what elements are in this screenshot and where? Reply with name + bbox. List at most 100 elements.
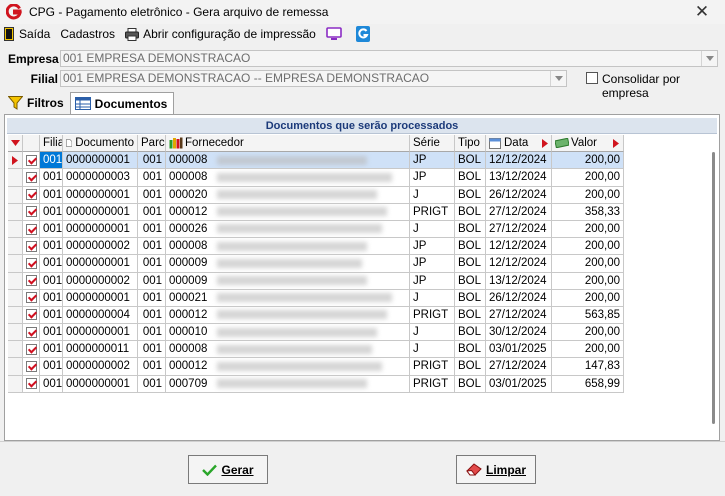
- cell-fornecedor: 000020: [166, 186, 410, 204]
- cell-filial: 001: [40, 341, 63, 359]
- cell-tipo: BOL: [455, 341, 486, 359]
- row-indicator: [8, 255, 23, 273]
- table-row[interactable]: 001 0000000011 001 000008 J BOL 03/01/2025 200,…: [8, 341, 630, 359]
- cell-valor: 658,99: [552, 375, 624, 393]
- col-valor-label: Valor: [571, 137, 597, 150]
- filial-select[interactable]: 001 EMPRESA DEMONSTRACAO -- EMPRESA DEMO…: [60, 70, 567, 87]
- cell-documento: 0000000002: [63, 358, 138, 376]
- monitor-button[interactable]: [326, 27, 346, 41]
- row-checkbox[interactable]: [25, 240, 37, 252]
- generate-button[interactable]: Gerar: [188, 455, 268, 484]
- cell-parcela: 001: [138, 169, 166, 187]
- table-row[interactable]: 001 0000000002 001 000012 PRIGT BOL 27/12/2024…: [8, 358, 630, 376]
- table-row[interactable]: 001 0000000002 001 000008 JP BOL 12/12/2024 200…: [8, 238, 630, 256]
- col-fornecedor-header[interactable]: Fornecedor: [166, 135, 410, 153]
- table-row[interactable]: 001 0000000002 001 000009 JP BOL 13/12/2024 200…: [8, 272, 630, 290]
- printer-icon: [125, 27, 140, 41]
- cell-fornecedor: 000010: [166, 324, 410, 342]
- cell-fornecedor: 000026: [166, 220, 410, 239]
- row-checkbox[interactable]: [25, 257, 37, 269]
- row-checkbox[interactable]: [25, 171, 37, 183]
- cell-data: 27/12/2024: [486, 220, 552, 239]
- row-checkbox[interactable]: [25, 361, 37, 373]
- empresa-label: Empresa: [8, 52, 59, 66]
- table-row[interactable]: 001 0000000003 001 000008 JP BOL 13/12/2024 200…: [8, 169, 630, 187]
- menu-print-config[interactable]: Abrir configuração de impressão: [125, 27, 316, 41]
- menu-registers-label: Cadastros: [60, 27, 116, 41]
- menu-registers[interactable]: Cadastros: [60, 27, 115, 41]
- row-checkbox[interactable]: [25, 292, 37, 304]
- redacted-supplier-name: [217, 344, 373, 354]
- redacted-supplier-name: [217, 241, 368, 251]
- row-checkbox[interactable]: [25, 378, 37, 390]
- empresa-dropdown-arrow[interactable]: [701, 51, 717, 66]
- row-indicator: [8, 289, 23, 307]
- cell-tipo: BOL: [455, 169, 486, 187]
- row-checkbox[interactable]: [25, 154, 37, 166]
- row-checkbox[interactable]: [25, 343, 37, 355]
- clear-button-label: Limpar: [485, 462, 526, 477]
- tab-documents[interactable]: Documentos: [69, 92, 175, 114]
- cell-fornecedor: 000008: [166, 341, 410, 359]
- menu-exit[interactable]: Saída: [4, 27, 50, 41]
- cell-parcela: 001: [138, 358, 166, 376]
- table-row[interactable]: 001 0000000004 001 000012 PRIGT BOL 27/12/2024…: [8, 306, 630, 325]
- brand-app-button[interactable]: [355, 26, 374, 42]
- col-filial-header[interactable]: Filial: [40, 135, 63, 153]
- redacted-supplier-name: [217, 361, 383, 371]
- col-parcela-header[interactable]: Parc.: [138, 135, 166, 153]
- tab-filters[interactable]: Filtros: [4, 93, 70, 113]
- table-row[interactable]: 001 0000000001 001 000008 JP BOL 12/12/2024 200…: [8, 152, 630, 170]
- redacted-supplier-name: [217, 155, 368, 165]
- fornecedor-code: 000026: [169, 222, 208, 235]
- cell-parcela: 001: [138, 220, 166, 239]
- table-row[interactable]: 001 0000000001 001 000012 PRIGT BOL 27/12/2024…: [8, 203, 630, 221]
- cell-fornecedor: 000021: [166, 289, 410, 307]
- row-check-cell: [23, 272, 40, 290]
- row-checkbox[interactable]: [25, 206, 37, 218]
- col-documento-header[interactable]: Documento: [63, 135, 138, 153]
- header-indicator[interactable]: [8, 135, 23, 153]
- cell-data: 27/12/2024: [486, 306, 552, 325]
- col-valor-header[interactable]: Valor: [552, 135, 624, 153]
- table-row[interactable]: 001 0000000001 001 000021 J BOL 26/12/2024 200,…: [8, 289, 630, 307]
- fornecedor-code: 000010: [169, 326, 208, 339]
- redacted-supplier-name: [217, 258, 363, 268]
- table-row[interactable]: 001 0000000001 001 000709 PRIGT BOL 03/01/2025…: [8, 375, 630, 393]
- row-check-cell: [23, 152, 40, 170]
- sort-right-icon: [613, 139, 619, 148]
- cell-valor: 200,00: [552, 238, 624, 256]
- clear-button[interactable]: Limpar: [456, 455, 536, 484]
- monitor-icon: [326, 27, 342, 40]
- cell-serie: JP: [410, 272, 455, 290]
- cell-valor: 200,00: [552, 289, 624, 307]
- row-checkbox[interactable]: [25, 309, 37, 321]
- table-row[interactable]: 001 0000000001 001 000020 J BOL 26/12/2024 200,…: [8, 186, 630, 204]
- empresa-select[interactable]: 001 EMPRESA DEMONSTRACAO: [60, 50, 718, 67]
- header-check[interactable]: [23, 135, 40, 153]
- cell-fornecedor: 000009: [166, 255, 410, 273]
- row-checkbox[interactable]: [25, 326, 37, 338]
- redacted-supplier-name: [217, 293, 393, 303]
- cell-documento: 0000000001: [63, 289, 138, 307]
- close-button[interactable]: ✕: [687, 2, 717, 22]
- scrollbar-thumb[interactable]: [712, 152, 715, 424]
- row-indicator: [8, 306, 23, 325]
- grid-vertical-scrollbar[interactable]: [709, 137, 717, 437]
- row-checkbox[interactable]: [25, 275, 37, 287]
- col-data-header[interactable]: Data: [486, 135, 552, 153]
- table-row[interactable]: 001 0000000001 001 000009 JP BOL 12/12/2024 200…: [8, 255, 630, 273]
- row-checkbox[interactable]: [25, 223, 37, 235]
- row-check-cell: [23, 375, 40, 393]
- table-row[interactable]: 001 0000000001 001 000026 J BOL 27/12/2024 200,…: [8, 220, 630, 239]
- filial-dropdown-arrow[interactable]: [550, 71, 566, 86]
- cell-parcela: 001: [138, 238, 166, 256]
- row-checkbox[interactable]: [25, 189, 37, 201]
- col-tipo-header[interactable]: Tipo: [455, 135, 486, 153]
- cell-serie: J: [410, 341, 455, 359]
- table-row[interactable]: 001 0000000001 001 000010 J BOL 30/12/2024 200,…: [8, 324, 630, 342]
- cell-filial: 001: [40, 375, 63, 393]
- consolidate-checkbox[interactable]: [586, 72, 598, 84]
- window-title: CPG - Pagamento eletrônico - Gera arquiv…: [29, 5, 329, 19]
- col-serie-header[interactable]: Série: [410, 135, 455, 153]
